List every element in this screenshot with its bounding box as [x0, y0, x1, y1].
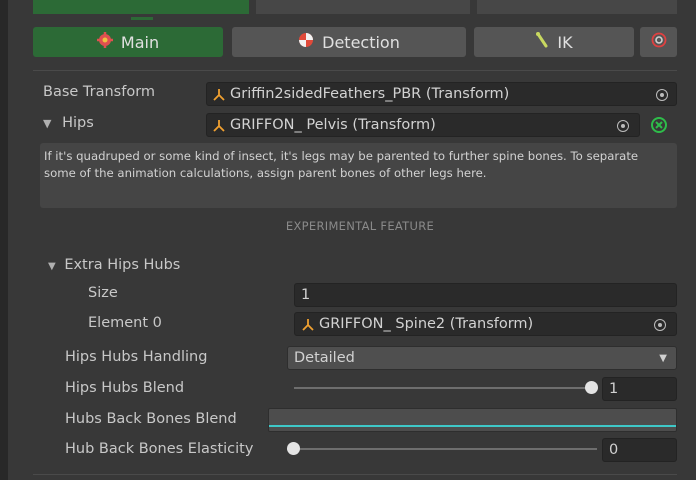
- slider-track: [287, 448, 597, 450]
- element0-field[interactable]: GRIFFON_ Spine2 (Transform): [294, 312, 677, 336]
- object-picker-icon[interactable]: [617, 120, 629, 132]
- settings-button[interactable]: [640, 27, 677, 57]
- hubs-back-bones-blend-label: Hubs Back Bones Blend: [65, 411, 237, 427]
- add-hub-button[interactable]: [648, 114, 670, 136]
- element0-label: Element 0: [88, 315, 162, 331]
- help-box: If it's quadruped or some kind of insect…: [40, 143, 677, 208]
- slider-knob[interactable]: [585, 381, 598, 394]
- object-picker-icon[interactable]: [654, 319, 666, 331]
- element0-value: GRIFFON_ Spine2 (Transform): [319, 316, 534, 332]
- gear-icon: [96, 32, 113, 52]
- base-transform-value: Griffin2sidedFeathers_PBR (Transform): [230, 86, 510, 102]
- settings-icon: [651, 32, 667, 52]
- slider-knob[interactable]: [287, 442, 300, 455]
- tab-ik-label: IK: [557, 32, 573, 52]
- foldout-triangle-icon: ▼: [43, 117, 52, 130]
- transform-icon: [212, 119, 227, 132]
- tab-indicator: [131, 17, 153, 20]
- hips-label: Hips: [62, 115, 94, 131]
- tab-detection[interactable]: Detection: [232, 27, 466, 57]
- chevron-down-icon: ▼: [659, 353, 667, 364]
- hub-back-bones-elasticity-slider[interactable]: [287, 439, 597, 459]
- hips-hubs-handling-dropdown[interactable]: Detailed ▼: [287, 346, 677, 370]
- hub-back-bones-elasticity-value: 0: [609, 442, 619, 458]
- target-icon: [298, 32, 314, 52]
- curve-line: [269, 425, 676, 427]
- size-value: 1: [301, 287, 311, 303]
- tab-ik[interactable]: IK: [474, 27, 634, 57]
- tab-main[interactable]: Main: [33, 27, 223, 57]
- hips-value: GRIFFON_ Pelvis (Transform): [230, 117, 436, 133]
- extra-hips-hubs-label: Extra Hips Hubs: [64, 257, 181, 273]
- hubs-back-bones-blend-curve[interactable]: [268, 408, 677, 432]
- bone-icon: [535, 32, 549, 52]
- transform-icon: [301, 318, 316, 331]
- hips-field[interactable]: GRIFFON_ Pelvis (Transform): [206, 113, 640, 137]
- hips-hubs-blend-label: Hips Hubs Blend: [65, 380, 185, 396]
- hips-hubs-handling-value: Detailed: [294, 350, 355, 366]
- slider-track: [294, 387, 598, 389]
- object-picker-icon[interactable]: [656, 89, 668, 101]
- top-tab-2[interactable]: [256, 0, 470, 14]
- experimental-label: EXPERIMENTAL FEATURE: [285, 219, 435, 233]
- extra-hips-hubs-foldout[interactable]: ▼ Extra Hips Hubs: [48, 257, 180, 273]
- transform-icon: [212, 88, 227, 101]
- size-label: Size: [88, 285, 118, 301]
- foldout-triangle-icon: ▼: [48, 261, 56, 272]
- bottom-divider: [33, 474, 677, 475]
- hips-hubs-blend-input[interactable]: 1: [602, 377, 677, 401]
- top-tab-3[interactable]: [477, 0, 677, 14]
- top-divider: [33, 70, 677, 71]
- hips-hubs-handling-label: Hips Hubs Handling: [65, 349, 208, 365]
- size-field[interactable]: 1: [294, 283, 677, 307]
- hips-hubs-blend-slider[interactable]: [294, 378, 598, 398]
- left-strip: [0, 0, 8, 480]
- hub-back-bones-elasticity-input[interactable]: 0: [602, 438, 677, 462]
- help-text: If it's quadruped or some kind of insect…: [44, 149, 639, 180]
- top-tab-1[interactable]: [33, 0, 249, 14]
- tab-detection-label: Detection: [322, 32, 400, 52]
- hub-back-bones-elasticity-label: Hub Back Bones Elasticity: [65, 441, 254, 457]
- hips-foldout[interactable]: ▼ Hips: [43, 115, 94, 131]
- hips-hubs-blend-value: 1: [609, 381, 619, 397]
- base-transform-field[interactable]: Griffin2sidedFeathers_PBR (Transform): [206, 82, 677, 106]
- base-transform-label: Base Transform: [43, 84, 156, 100]
- tab-main-label: Main: [120, 32, 160, 52]
